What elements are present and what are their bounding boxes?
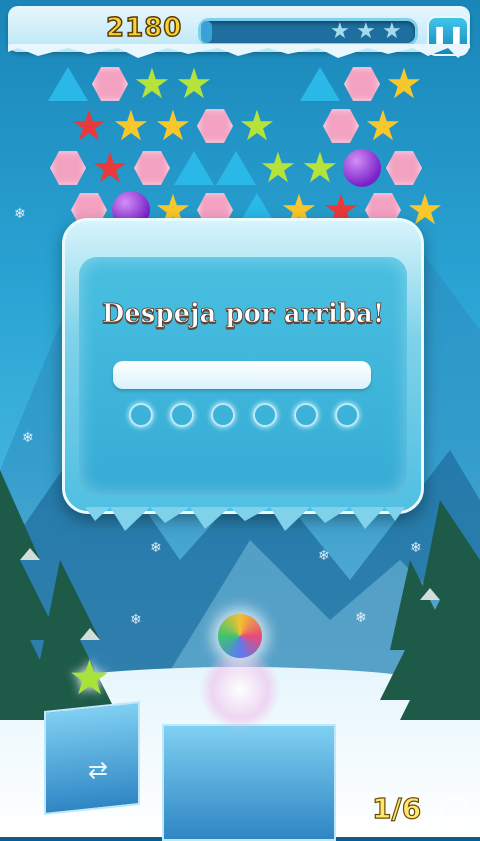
star-icon: ★: [330, 19, 350, 44]
pink-hex-icon: [344, 67, 380, 101]
bubble-pink-hex: [321, 106, 361, 146]
blue-tri-icon: [216, 151, 256, 185]
swap-arrows-icon[interactable]: ⇄: [88, 756, 108, 784]
dialog-icicles: [85, 507, 405, 531]
yellow-star-icon: ★: [385, 59, 423, 108]
shooter-pedestal: [162, 724, 336, 841]
green-star-icon: ★: [238, 101, 276, 150]
progress-dot: [170, 403, 195, 427]
level-goal-dialog: Despeja por arriba!: [62, 218, 424, 531]
green-star-icon: ★: [175, 59, 213, 108]
snowflake-icon: ❄: [318, 548, 330, 564]
blue-tri-icon: [300, 67, 340, 101]
bubble-blue-tri: [216, 148, 256, 188]
bubble-pink-hex: [342, 64, 382, 104]
dialog-title: Despeja por arriba!: [101, 299, 385, 330]
bubble-pink-hex: [195, 106, 235, 146]
next-bubble-star[interactable]: ★: [68, 654, 111, 702]
green-star-icon: ★: [259, 143, 297, 192]
bubble-blue-tri: [174, 148, 214, 188]
bubble-yellow-star: ★: [111, 101, 151, 150]
yellow-star-icon: ★: [364, 101, 402, 150]
progress-dot: [334, 403, 359, 427]
bubble-green-star: ★: [174, 59, 214, 108]
bubble-purple-ball: [342, 148, 382, 188]
bubble-green-star: ★: [300, 143, 340, 192]
bubble-red-star: ★: [90, 143, 130, 192]
pink-hex-icon: [323, 109, 359, 143]
pink-hex-icon: [386, 151, 422, 185]
progress-dot: [293, 403, 318, 427]
bubble-yellow-star: ★: [153, 101, 193, 150]
pink-hex-icon: [134, 151, 170, 185]
progress-dot: [129, 403, 153, 427]
bubble-red-star: ★: [69, 101, 109, 150]
shooter-glow: [200, 650, 280, 730]
red-star-icon: ★: [91, 143, 129, 192]
blue-tri-icon: [48, 67, 88, 101]
progress-dot: [211, 403, 236, 427]
page-counter: 1/6: [371, 791, 422, 825]
score-progress-fill: [201, 21, 212, 43]
snowflake-icon: ❄: [130, 612, 142, 628]
snowflake-icon: ❄: [410, 540, 422, 556]
bubble-yellow-star: ★: [384, 59, 424, 108]
progress-dot: [252, 403, 277, 427]
score-value: 2180: [105, 12, 183, 44]
bubble-pink-hex: [48, 148, 88, 188]
snowflake-icon: ❄: [355, 610, 367, 626]
bubble-pink-hex: [384, 148, 424, 188]
purple-ball-icon: [343, 149, 381, 187]
snowflake-icon: ❄: [150, 540, 162, 556]
bubble-pink-hex: [90, 64, 130, 104]
green-star-icon: ★: [301, 143, 339, 192]
current-bubble-rainbow[interactable]: [218, 614, 262, 658]
star-icon: ★: [382, 19, 402, 44]
pink-hex-icon: [50, 151, 86, 185]
bubble-yellow-star: ★: [363, 101, 403, 150]
star-icon: ★: [356, 19, 376, 44]
ice-bar: [113, 361, 371, 389]
dialog-dots: [129, 403, 359, 427]
settings-circle-icon[interactable]: [440, 796, 468, 824]
bubble-blue-tri: [300, 64, 340, 104]
blue-tri-icon: [174, 151, 214, 185]
bubble-pink-hex: [132, 148, 172, 188]
bubble-green-star: ★: [258, 143, 298, 192]
hud-icicles: [8, 44, 470, 58]
pink-hex-icon: [92, 67, 128, 101]
bubble-blue-tri: [48, 64, 88, 104]
green-star-icon: ★: [133, 59, 171, 108]
red-star-icon: ★: [70, 101, 108, 150]
pink-hex-icon: [197, 109, 233, 143]
bubble-green-star: ★: [132, 59, 172, 108]
bubble-green-star: ★: [237, 101, 277, 150]
yellow-star-icon: ★: [154, 101, 192, 150]
yellow-star-icon: ★: [112, 101, 150, 150]
